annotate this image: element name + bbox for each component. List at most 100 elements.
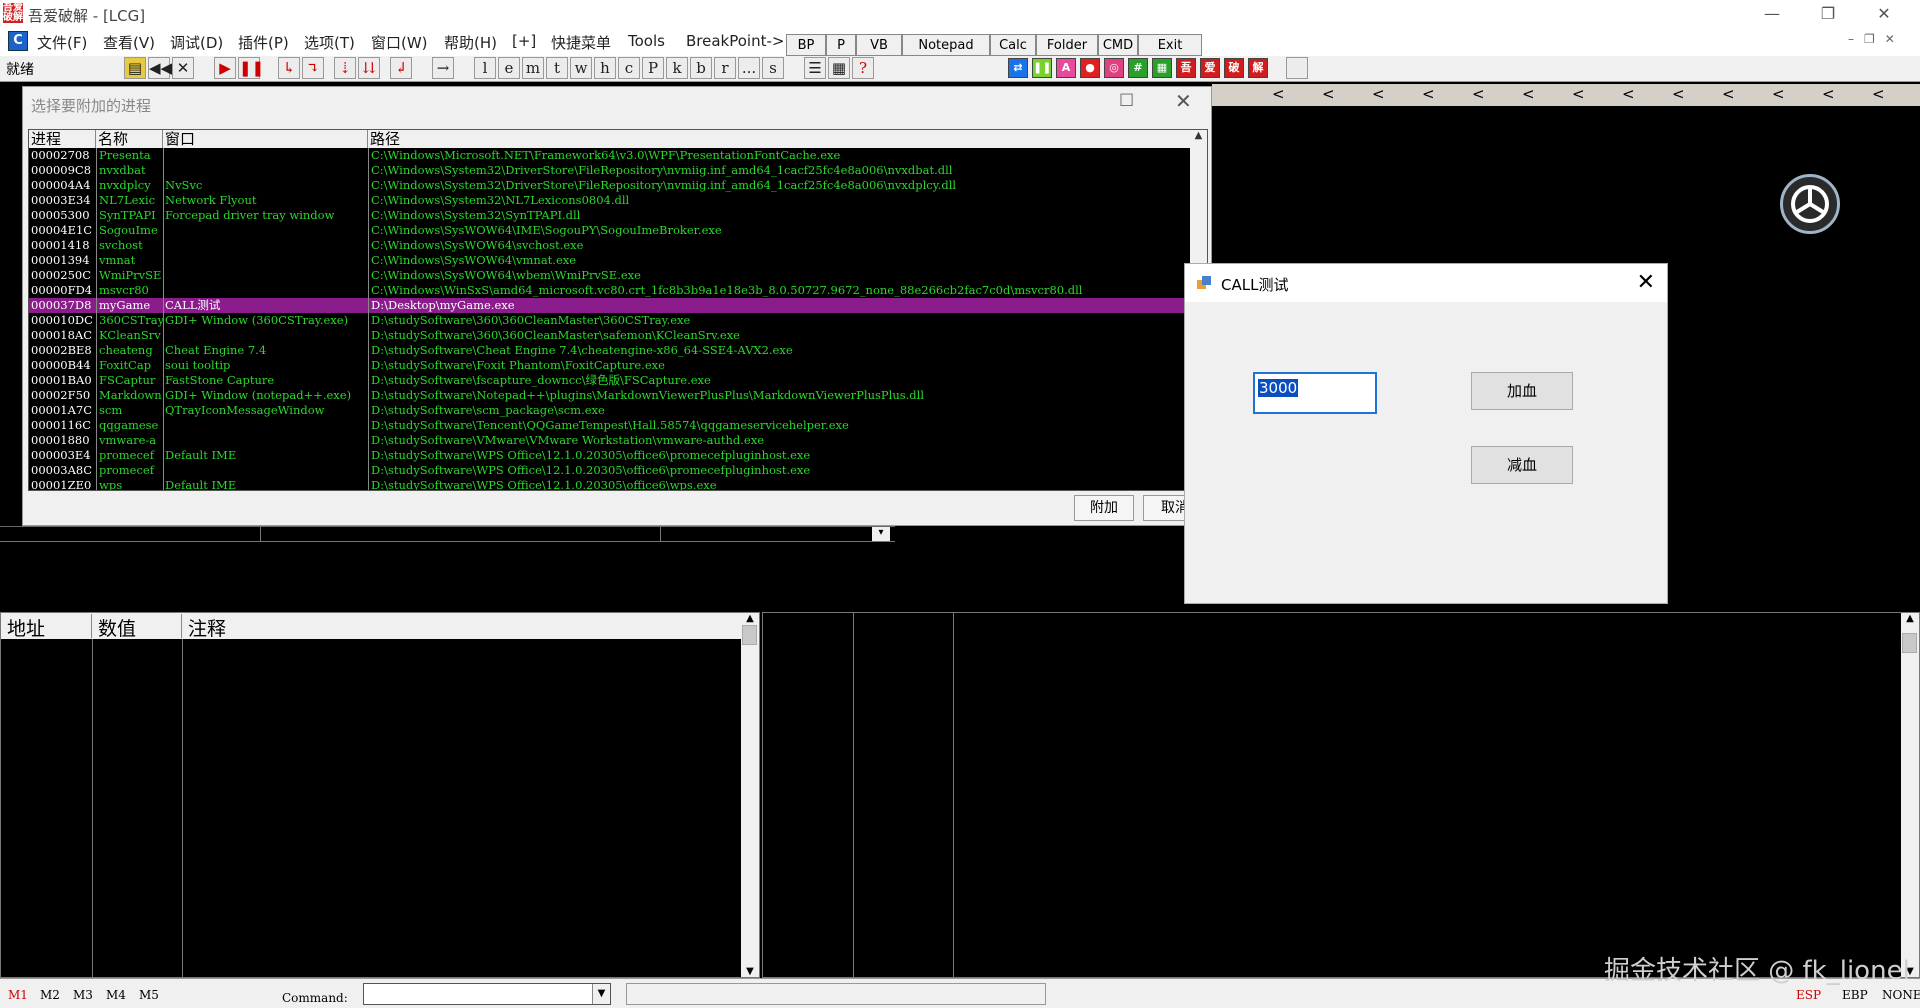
table-row[interactable]: 000009C8 nvxdbat C:\Windows\System32\Drive… [29, 163, 1191, 178]
table-row[interactable]: 00002BE8 cheateng Cheat Engine 7.4 D:\study… [29, 343, 1191, 358]
process-table[interactable]: 进程 名称 窗口 路径 00002708 Presenta C:\Windows\M… [28, 129, 1208, 491]
call-stack-window-button[interactable]: k [666, 57, 688, 79]
scroll-down-icon[interactable]: ▼ [741, 966, 759, 977]
target-icon[interactable]: ◎ [1104, 58, 1124, 78]
quick-cmd-button[interactable]: CMD [1098, 34, 1138, 56]
attach-button[interactable]: 附加 [1074, 495, 1134, 521]
patches-window-button[interactable]: P [642, 57, 664, 79]
scroll-up-icon[interactable]: ▲ [741, 613, 759, 624]
trace-over-icon[interactable]: ⇊ [358, 57, 380, 79]
source-window-button[interactable]: s [762, 57, 784, 79]
windows-window-button[interactable]: w [570, 57, 592, 79]
col-path[interactable]: 路径 [368, 130, 1191, 148]
collapse-chevron-icon[interactable]: < [1372, 85, 1385, 103]
menu-file[interactable]: 文件(F) [37, 32, 87, 53]
quick-bp-button[interactable]: BP [786, 34, 826, 56]
restore-button[interactable]: ❐ [1808, 2, 1848, 26]
table-row[interactable]: 000018AC KCleanSrv D:\studySoftware\360\36… [29, 328, 1191, 343]
collapse-chevron-icon[interactable]: < [1272, 85, 1285, 103]
table-row[interactable]: 000003E4 promecef Default IME D:\studySoftw… [29, 448, 1191, 463]
scroll-up-icon[interactable]: ▲ [1901, 613, 1919, 624]
menu-plus[interactable]: [+] [512, 32, 536, 50]
col-value[interactable]: 数值 [92, 614, 182, 640]
scroll-up-icon[interactable]: ▲ [1190, 130, 1207, 141]
reg-esp[interactable]: ESP [1796, 988, 1821, 1002]
collapse-chevron-icon[interactable]: < [1572, 85, 1585, 103]
menu-tools[interactable]: Tools [628, 32, 665, 50]
table-row[interactable]: 00001ZE0 wps Default IME D:\studySoftware\W… [29, 478, 1191, 490]
tail-button-po[interactable]: 破 [1224, 58, 1244, 78]
list-icon[interactable]: ☰ [804, 57, 826, 79]
collapse-chevron-icon[interactable]: < [1622, 85, 1635, 103]
chevron-down-icon[interactable]: ▼ [592, 984, 610, 1004]
table-row[interactable]: 0000250C WmiPrvSE C:\Windows\SysWOW64\wbem… [29, 268, 1191, 283]
pause-icon[interactable]: ❚❚ [238, 57, 264, 79]
table-row[interactable]: 00001394 vmnat C:\Windows\SysWOW64\vmnat.e… [29, 253, 1191, 268]
mdi-window-controls[interactable]: –❐✕ [1848, 32, 1905, 46]
restart-icon[interactable]: ◀◀ [148, 57, 172, 79]
command-input[interactable]: ▼ [363, 983, 611, 1005]
close-button[interactable]: ✕ [1864, 2, 1904, 26]
menu-breakpoint[interactable]: BreakPoint-> [686, 32, 784, 50]
stack-pane[interactable]: ▲ ▼ [762, 612, 1920, 978]
table-row[interactable]: 000004A4 nvxdplcy NvSvc C:\Windows\System32… [29, 178, 1191, 193]
floating-avatar[interactable] [1780, 174, 1840, 234]
table-row[interactable]: 00002708 Presenta C:\Windows\Microsoft.NET… [29, 148, 1191, 163]
table-row[interactable]: 00001418 svchost C:\Windows\SysWOW64\svcho… [29, 238, 1191, 253]
hash-tool-icon[interactable]: # [1128, 58, 1148, 78]
col-window[interactable]: 窗口 [163, 130, 368, 148]
modules-window-button[interactable]: e [498, 57, 520, 79]
tail-button-wu[interactable]: 吾 [1176, 58, 1196, 78]
table-row[interactable]: 000037D8 myGame CALL测试 D:\Desktop\myGame.ex… [29, 298, 1191, 313]
tab-m4[interactable]: M4 [106, 988, 126, 1002]
quick-folder-button[interactable]: Folder [1036, 34, 1098, 56]
table-row[interactable]: 000010DC 360CSTray GDI+ Window (360CSTray.… [29, 313, 1191, 328]
step-over-icon[interactable]: ↴ [302, 57, 324, 79]
options-icon[interactable]: ▦ [828, 57, 850, 79]
collapse-chevron-icon[interactable]: < [1322, 85, 1335, 103]
scroll-down-icon[interactable]: ▾ [872, 527, 890, 541]
cpu-window-button[interactable]: c [618, 57, 640, 79]
collapse-chevron-icon[interactable]: < [1722, 85, 1735, 103]
table-row[interactable]: 00000FD4 msvcr80 C:\Windows\WinSxS\amd64_m… [29, 283, 1191, 298]
a-tool-icon[interactable]: A [1056, 58, 1076, 78]
log-window-button[interactable]: l [474, 57, 496, 79]
menu-window[interactable]: 窗口(W) [371, 32, 428, 53]
tab-m3[interactable]: M3 [73, 988, 93, 1002]
collapse-chevron-icon[interactable]: < [1672, 85, 1685, 103]
quick-notepad-button[interactable]: Notepad [902, 34, 990, 56]
trace-into-icon[interactable]: ⇣ [334, 57, 356, 79]
menu-view[interactable]: 查看(V) [103, 32, 155, 53]
registers-pane[interactable]: ▾ [0, 526, 895, 610]
stack-scrollbar[interactable]: ▲ ▼ [1901, 613, 1919, 977]
close-process-icon[interactable]: ✕ [172, 57, 194, 79]
memory-window-button[interactable]: m [522, 57, 544, 79]
threads-window-button[interactable]: t [546, 57, 568, 79]
grid-tool-icon[interactable]: ▦ [1152, 58, 1172, 78]
minimize-button[interactable]: — [1752, 2, 1792, 26]
record-icon[interactable]: ● [1080, 58, 1100, 78]
menu-debug[interactable]: 调试(D) [170, 32, 223, 53]
table-row[interactable]: 00001880 vmware-a D:\studySoftware\VMware\… [29, 433, 1191, 448]
open-icon[interactable]: ▤ [124, 57, 146, 79]
quick-calc-button[interactable]: Calc [990, 34, 1036, 56]
references-window-button[interactable]: r [714, 57, 736, 79]
col-comment[interactable]: 注释 [182, 614, 743, 640]
collapse-chevron-icon[interactable]: < [1772, 85, 1785, 103]
table-row[interactable]: 00001A7C scm QTrayIconMessageWindow D:\stud… [29, 403, 1191, 418]
menu-help[interactable]: 帮助(H) [444, 32, 497, 53]
step-into-icon[interactable]: ↳ [278, 57, 300, 79]
collapse-chevron-icon[interactable]: < [1872, 85, 1885, 103]
hp-value-input[interactable]: 3000 [1253, 372, 1377, 414]
reg-ebp[interactable]: EBP [1842, 988, 1868, 1002]
tail-button-ai[interactable]: 爱 [1200, 58, 1220, 78]
table-row[interactable]: 00003E34 NL7Lexic Network Flyout C:\Windows… [29, 193, 1191, 208]
collapse-chevron-icon[interactable]: < [1422, 85, 1435, 103]
execute-till-return-icon[interactable]: ↲ [390, 57, 412, 79]
reg-none[interactable]: NONE [1882, 988, 1920, 1002]
col-pid[interactable]: 进程 [29, 130, 96, 148]
collapse-chevron-icon[interactable]: < [1472, 85, 1485, 103]
table-row[interactable]: 00003A8C promecef D:\studySoftware\WPS Off… [29, 463, 1191, 478]
blank-tool-button[interactable] [1286, 57, 1308, 79]
table-row[interactable]: 00001BA0 FSCaptur FastStone Capture D:\stud… [29, 373, 1191, 388]
